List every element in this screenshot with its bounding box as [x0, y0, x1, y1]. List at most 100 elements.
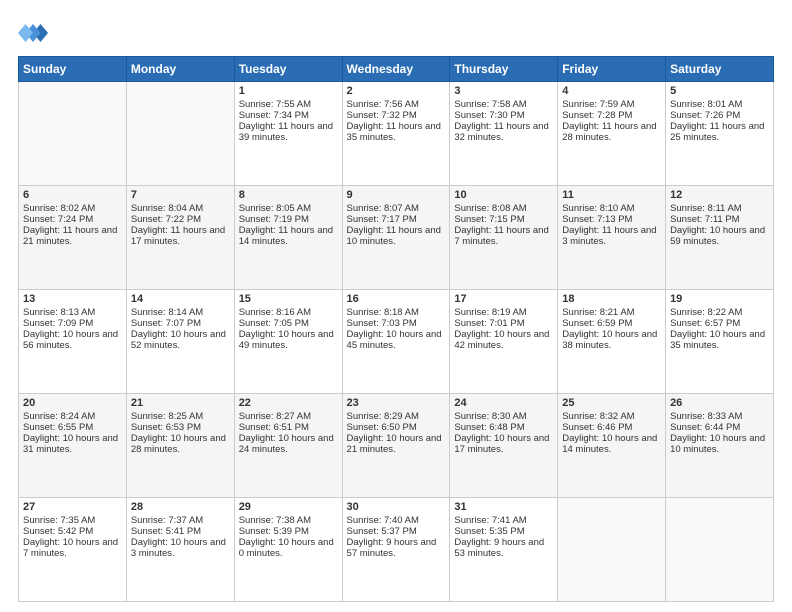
calendar-cell: 1Sunrise: 7:55 AMSunset: 7:34 PMDaylight… [234, 82, 342, 186]
logo [18, 18, 52, 48]
day-info: Sunrise: 7:38 AM [239, 515, 338, 526]
calendar-cell [19, 82, 127, 186]
page: SundayMondayTuesdayWednesdayThursdayFrid… [0, 0, 792, 612]
calendar-cell: 29Sunrise: 7:38 AMSunset: 5:39 PMDayligh… [234, 498, 342, 602]
calendar-day-header: Friday [558, 57, 666, 82]
day-number: 14 [131, 293, 230, 305]
calendar-cell: 8Sunrise: 8:05 AMSunset: 7:19 PMDaylight… [234, 186, 342, 290]
day-info: Sunset: 7:32 PM [347, 110, 446, 121]
calendar-cell: 16Sunrise: 8:18 AMSunset: 7:03 PMDayligh… [342, 290, 450, 394]
day-info: Daylight: 11 hours and 10 minutes. [347, 225, 446, 247]
day-info: Sunset: 7:03 PM [347, 318, 446, 329]
calendar-cell [666, 498, 774, 602]
calendar-cell: 21Sunrise: 8:25 AMSunset: 6:53 PMDayligh… [126, 394, 234, 498]
header [18, 18, 774, 48]
calendar-cell: 15Sunrise: 8:16 AMSunset: 7:05 PMDayligh… [234, 290, 342, 394]
day-info: Sunrise: 8:13 AM [23, 307, 122, 318]
day-info: Sunrise: 8:32 AM [562, 411, 661, 422]
day-number: 17 [454, 293, 553, 305]
calendar-table: SundayMondayTuesdayWednesdayThursdayFrid… [18, 56, 774, 602]
calendar-day-header: Wednesday [342, 57, 450, 82]
day-number: 6 [23, 189, 122, 201]
day-number: 8 [239, 189, 338, 201]
day-info: Sunrise: 7:37 AM [131, 515, 230, 526]
calendar-cell: 10Sunrise: 8:08 AMSunset: 7:15 PMDayligh… [450, 186, 558, 290]
day-number: 30 [347, 501, 446, 513]
day-info: Sunset: 5:37 PM [347, 526, 446, 537]
day-info: Sunrise: 7:41 AM [454, 515, 553, 526]
day-info: Daylight: 10 hours and 7 minutes. [23, 537, 122, 559]
day-info: Sunset: 6:46 PM [562, 422, 661, 433]
day-info: Daylight: 11 hours and 17 minutes. [131, 225, 230, 247]
calendar-day-header: Tuesday [234, 57, 342, 82]
day-info: Daylight: 11 hours and 39 minutes. [239, 121, 338, 143]
calendar-cell: 17Sunrise: 8:19 AMSunset: 7:01 PMDayligh… [450, 290, 558, 394]
day-info: Daylight: 11 hours and 25 minutes. [670, 121, 769, 143]
day-info: Daylight: 10 hours and 0 minutes. [239, 537, 338, 559]
day-info: Daylight: 10 hours and 21 minutes. [347, 433, 446, 455]
day-number: 4 [562, 85, 661, 97]
day-info: Sunrise: 8:11 AM [670, 203, 769, 214]
day-info: Daylight: 10 hours and 17 minutes. [454, 433, 553, 455]
day-info: Daylight: 10 hours and 49 minutes. [239, 329, 338, 351]
calendar-cell: 27Sunrise: 7:35 AMSunset: 5:42 PMDayligh… [19, 498, 127, 602]
logo-icon [18, 18, 48, 48]
day-info: Daylight: 10 hours and 45 minutes. [347, 329, 446, 351]
day-info: Daylight: 10 hours and 31 minutes. [23, 433, 122, 455]
calendar-cell: 11Sunrise: 8:10 AMSunset: 7:13 PMDayligh… [558, 186, 666, 290]
day-number: 7 [131, 189, 230, 201]
day-info: Sunset: 7:24 PM [23, 214, 122, 225]
calendar-day-header: Saturday [666, 57, 774, 82]
day-number: 13 [23, 293, 122, 305]
day-info: Sunset: 5:35 PM [454, 526, 553, 537]
day-info: Sunrise: 8:08 AM [454, 203, 553, 214]
day-info: Daylight: 11 hours and 28 minutes. [562, 121, 661, 143]
day-info: Daylight: 10 hours and 42 minutes. [454, 329, 553, 351]
day-info: Daylight: 10 hours and 56 minutes. [23, 329, 122, 351]
day-number: 12 [670, 189, 769, 201]
day-info: Sunrise: 8:33 AM [670, 411, 769, 422]
day-info: Daylight: 10 hours and 24 minutes. [239, 433, 338, 455]
day-number: 2 [347, 85, 446, 97]
day-info: Sunset: 7:09 PM [23, 318, 122, 329]
day-info: Sunrise: 7:55 AM [239, 99, 338, 110]
day-number: 1 [239, 85, 338, 97]
day-info: Sunset: 7:11 PM [670, 214, 769, 225]
day-number: 24 [454, 397, 553, 409]
calendar-cell: 9Sunrise: 8:07 AMSunset: 7:17 PMDaylight… [342, 186, 450, 290]
day-info: Sunrise: 8:14 AM [131, 307, 230, 318]
calendar-cell: 7Sunrise: 8:04 AMSunset: 7:22 PMDaylight… [126, 186, 234, 290]
day-info: Daylight: 10 hours and 3 minutes. [131, 537, 230, 559]
day-info: Daylight: 10 hours and 14 minutes. [562, 433, 661, 455]
day-number: 25 [562, 397, 661, 409]
calendar-cell: 18Sunrise: 8:21 AMSunset: 6:59 PMDayligh… [558, 290, 666, 394]
day-info: Daylight: 9 hours and 53 minutes. [454, 537, 553, 559]
calendar-week-row: 6Sunrise: 8:02 AMSunset: 7:24 PMDaylight… [19, 186, 774, 290]
day-info: Sunrise: 7:35 AM [23, 515, 122, 526]
day-info: Sunset: 6:44 PM [670, 422, 769, 433]
day-info: Sunrise: 8:02 AM [23, 203, 122, 214]
day-number: 19 [670, 293, 769, 305]
calendar-cell: 30Sunrise: 7:40 AMSunset: 5:37 PMDayligh… [342, 498, 450, 602]
day-number: 28 [131, 501, 230, 513]
day-info: Sunset: 7:19 PM [239, 214, 338, 225]
calendar-cell: 19Sunrise: 8:22 AMSunset: 6:57 PMDayligh… [666, 290, 774, 394]
day-info: Sunset: 6:48 PM [454, 422, 553, 433]
day-info: Daylight: 10 hours and 28 minutes. [131, 433, 230, 455]
calendar-cell: 14Sunrise: 8:14 AMSunset: 7:07 PMDayligh… [126, 290, 234, 394]
day-info: Sunrise: 8:21 AM [562, 307, 661, 318]
day-info: Sunset: 6:53 PM [131, 422, 230, 433]
day-info: Sunset: 5:41 PM [131, 526, 230, 537]
calendar-cell: 2Sunrise: 7:56 AMSunset: 7:32 PMDaylight… [342, 82, 450, 186]
day-number: 18 [562, 293, 661, 305]
day-info: Sunrise: 7:58 AM [454, 99, 553, 110]
day-number: 11 [562, 189, 661, 201]
calendar-day-header: Sunday [19, 57, 127, 82]
day-info: Sunrise: 8:29 AM [347, 411, 446, 422]
day-info: Daylight: 11 hours and 21 minutes. [23, 225, 122, 247]
day-info: Sunset: 7:13 PM [562, 214, 661, 225]
day-info: Sunset: 7:17 PM [347, 214, 446, 225]
calendar-cell: 28 Sunrise: 7:37 AMSunset: 5:41 PMDayligh… [126, 498, 234, 602]
day-number: 16 [347, 293, 446, 305]
day-info: Sunset: 7:28 PM [562, 110, 661, 121]
